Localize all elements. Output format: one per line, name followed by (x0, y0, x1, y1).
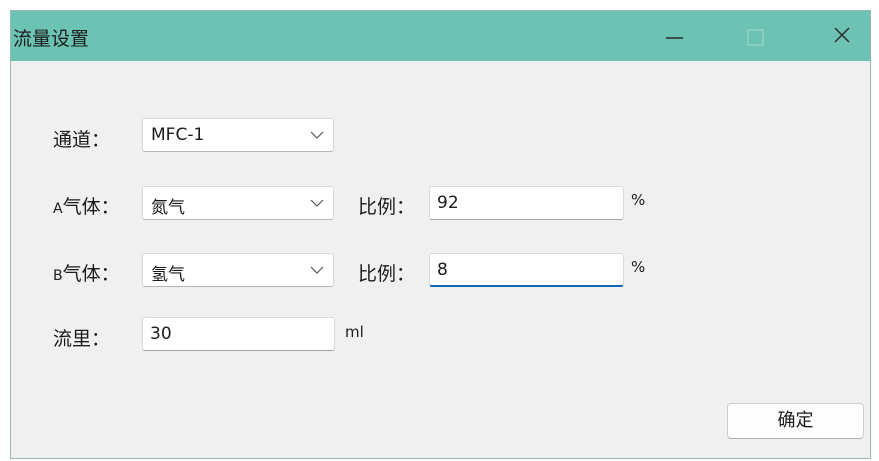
minimize-button[interactable] (643, 11, 701, 61)
title-bar[interactable]: 流量设置 (11, 11, 870, 61)
channel-select[interactable]: MFC-1 (142, 118, 334, 152)
gas-a-select[interactable]: 氮气 (142, 186, 334, 220)
minimize-icon (666, 37, 683, 39)
chevron-down-icon (310, 131, 324, 139)
gas-a-prefix: A (53, 201, 63, 217)
gas-a-label: A气体： (53, 192, 120, 219)
flow-label: 流里： (53, 328, 111, 350)
gas-a-ratio-unit: % (631, 191, 646, 209)
gas-a-ratio-label: 比例： (358, 196, 416, 218)
gas-a-select-value: 氮气 (151, 198, 185, 218)
gas-b-select-value: 氢气 (151, 265, 185, 285)
chevron-down-icon (310, 199, 324, 207)
gas-b-label: B气体： (53, 259, 120, 286)
flow-unit: ml (345, 323, 364, 341)
gas-a-label-text: 气体： (62, 196, 120, 218)
flow-value: 30 (150, 324, 172, 344)
gas-b-select[interactable]: 氢气 (142, 253, 334, 287)
gas-b-prefix: B (53, 268, 63, 284)
gas-a-ratio-input[interactable]: 92 (429, 186, 624, 220)
channel-label: 通道： (53, 129, 111, 151)
flow-settings-dialog: 流量设置 通道： MFC-1 A气体： 氮气 比例： 92 % B气体： 氢气 … (10, 10, 871, 459)
window-title: 流量设置 (13, 28, 90, 50)
gas-a-ratio-value: 92 (437, 193, 459, 213)
gas-b-ratio-unit: % (631, 258, 646, 276)
gas-b-ratio-value: 8 (437, 260, 448, 280)
flow-input[interactable]: 30 (142, 317, 335, 351)
confirm-button[interactable]: 确定 (727, 403, 864, 439)
maximize-icon (747, 29, 764, 46)
chevron-down-icon (310, 266, 324, 274)
channel-select-value: MFC-1 (151, 125, 205, 145)
gas-b-ratio-label: 比例： (358, 263, 416, 285)
close-button[interactable] (812, 11, 870, 61)
maximize-button[interactable] (726, 11, 784, 61)
gas-b-label-text: 气体： (62, 263, 120, 285)
close-icon (834, 27, 850, 43)
gas-b-ratio-input[interactable]: 8 (429, 253, 624, 287)
